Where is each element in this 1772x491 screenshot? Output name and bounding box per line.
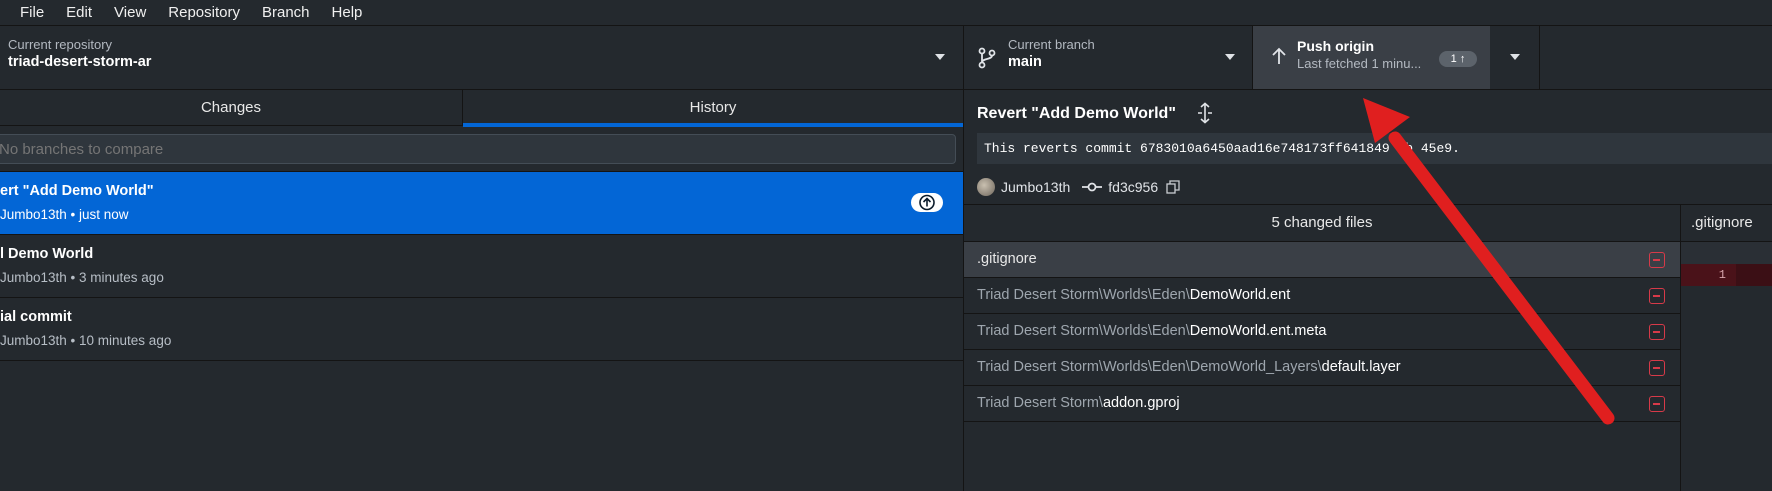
- current-repository-name: triad-desert-storm-ar: [8, 54, 152, 70]
- tab-changes[interactable]: Changes: [0, 90, 463, 126]
- diff-removed-line[interactable]: 1: [1681, 264, 1772, 286]
- commit-list-item[interactable]: l Demo World Jumbo13th • 3 minutes ago: [0, 235, 963, 298]
- copy-icon[interactable]: [1166, 180, 1180, 194]
- toolbar-empty-area: [1540, 26, 1772, 89]
- compare-branch-input[interactable]: [0, 134, 956, 164]
- toolbar: Current repository triad-desert-storm-ar…: [0, 25, 1772, 90]
- commit-summary: l Demo World: [0, 246, 94, 262]
- github-desktop-window: File Edit View Repository Branch Help Cu…: [0, 0, 1772, 491]
- changed-file-item[interactable]: .gitignore: [964, 242, 1680, 278]
- git-commit-icon: [1082, 182, 1103, 192]
- commit-list-item[interactable]: ert "Add Demo World" Jumbo13th • just no…: [0, 172, 963, 235]
- chevron-down-icon: [1510, 54, 1520, 60]
- commit-list: ert "Add Demo World" Jumbo13th • just no…: [0, 172, 963, 361]
- menu-help[interactable]: Help: [332, 4, 363, 21]
- file-name: addon.gproj: [1102, 395, 1180, 411]
- file-removed-icon: [1649, 324, 1665, 340]
- file-name: default.layer: [1321, 359, 1401, 375]
- menu-view[interactable]: View: [114, 4, 146, 21]
- diff-file-header: .gitignore: [1681, 205, 1772, 242]
- last-fetched-text: Last fetched 1 minu...: [1297, 56, 1422, 71]
- file-removed-icon: [1649, 252, 1665, 268]
- diff-hunk-header: [1681, 242, 1772, 264]
- commit-list-item[interactable]: ial commit Jumbo13th • 10 minutes ago: [0, 298, 963, 361]
- current-repository-label: Current repository: [8, 37, 113, 52]
- commit-summary: ial commit: [0, 309, 72, 325]
- diff-line-number: 1: [1681, 264, 1736, 286]
- compare-branch-area: [0, 126, 963, 172]
- tab-history-label: History: [689, 99, 737, 116]
- commit-sha: fd3c956: [1108, 179, 1159, 195]
- tab-history[interactable]: History: [463, 90, 963, 127]
- file-directory: Triad Desert Storm\Worlds\Eden\: [977, 323, 1190, 339]
- ahead-count-badge: 1 ↑: [1439, 51, 1477, 67]
- commit-meta: Jumbo13th • just now: [0, 207, 129, 222]
- sidebar-tabs: Changes History: [0, 90, 963, 127]
- menu-edit[interactable]: Edit: [66, 4, 92, 21]
- menu-branch[interactable]: Branch: [262, 4, 310, 21]
- current-repository-dropdown[interactable]: Current repository triad-desert-storm-ar: [0, 26, 964, 89]
- git-branch-icon: [978, 47, 996, 69]
- push-options-dropdown[interactable]: [1490, 26, 1540, 89]
- diff-view: .gitignore 1: [1681, 204, 1772, 491]
- commit-details-pane: Revert "Add Demo World" This reverts com…: [964, 90, 1772, 491]
- file-removed-icon: [1649, 288, 1665, 304]
- avatar: [977, 178, 995, 196]
- file-name: .gitignore: [977, 251, 1037, 267]
- file-name: DemoWorld.ent: [1189, 287, 1291, 303]
- commit-meta: Jumbo13th • 10 minutes ago: [0, 333, 172, 348]
- changed-file-item[interactable]: Triad Desert Storm\Worlds\Eden\DemoWorld…: [964, 350, 1680, 386]
- file-removed-icon: [1649, 396, 1665, 412]
- changed-file-item[interactable]: Triad Desert Storm\Worlds\Eden\DemoWorld…: [964, 314, 1680, 350]
- file-name: DemoWorld.ent.meta: [1189, 323, 1327, 339]
- expand-icon[interactable]: [1195, 102, 1215, 124]
- commit-summary: ert "Add Demo World": [0, 183, 154, 199]
- arrow-up-icon: [1272, 47, 1286, 64]
- sidebar: Changes History ert "Add Demo World" Jum…: [0, 90, 964, 491]
- changed-files-list: 5 changed files .gitignore Triad Desert …: [964, 204, 1681, 491]
- commit-meta: Jumbo13th • 3 minutes ago: [0, 270, 164, 285]
- menu-repository[interactable]: Repository: [168, 4, 240, 21]
- menu-bar: File Edit View Repository Branch Help: [0, 0, 1772, 25]
- current-branch-name: main: [1008, 54, 1042, 70]
- chevron-down-icon: [935, 54, 945, 60]
- current-branch-label: Current branch: [1008, 37, 1095, 52]
- commit-description: This reverts commit 6783010a6450aad16e74…: [977, 133, 1772, 164]
- current-branch-dropdown[interactable]: Current branch main: [964, 26, 1253, 89]
- menu-file[interactable]: File: [20, 4, 44, 21]
- commit-detail-title: Revert "Add Demo World": [977, 105, 1176, 122]
- file-directory: Triad Desert Storm\Worlds\Eden\: [977, 287, 1190, 303]
- arrow-up-circle-icon: [919, 194, 935, 211]
- unpushed-indicator: [911, 193, 943, 212]
- changed-file-item[interactable]: Triad Desert Storm\Worlds\Eden\DemoWorld…: [964, 278, 1680, 314]
- file-directory: Triad Desert Storm\Worlds\Eden\DemoWorld…: [977, 359, 1322, 375]
- changed-files-header: 5 changed files: [964, 205, 1680, 242]
- chevron-down-icon: [1225, 54, 1235, 60]
- file-directory: Triad Desert Storm\: [977, 395, 1103, 411]
- file-removed-icon: [1649, 360, 1665, 376]
- commit-author: Jumbo13th: [1001, 179, 1071, 195]
- push-origin-title: Push origin: [1297, 38, 1374, 54]
- commit-author-row: Jumbo13th fd3c956: [977, 176, 1180, 198]
- changed-file-item[interactable]: Triad Desert Storm\addon.gproj: [964, 386, 1680, 422]
